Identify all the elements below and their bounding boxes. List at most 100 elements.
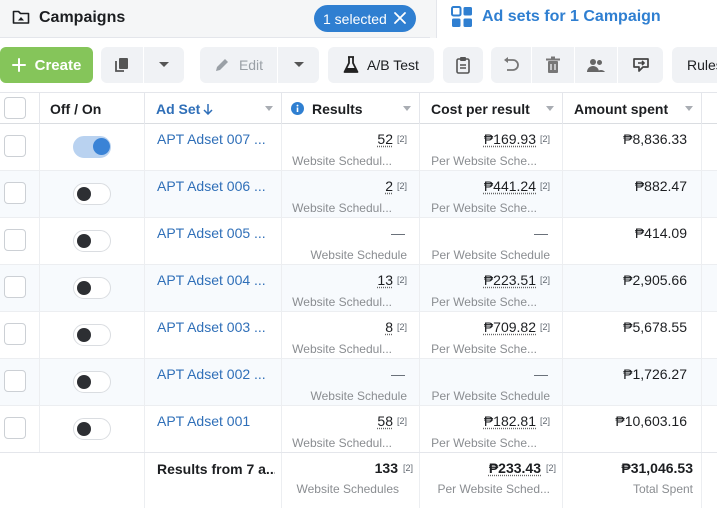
tab-adsets[interactable]: Ad sets for 1 Campaign: [436, 0, 717, 38]
row-spent-cell: ₱2,905.66: [563, 265, 702, 311]
results-footnote: [2]: [396, 134, 407, 144]
clipboard-button[interactable]: [443, 47, 483, 83]
row-cost-cell: ₱441.24 [2] Per Website Sche...: [420, 171, 563, 217]
results-sub: Website Schedul...: [292, 342, 392, 356]
adset-name-link[interactable]: APT Adset 005 ...: [157, 225, 272, 241]
row-status-toggle[interactable]: [73, 324, 111, 346]
header-amount-spent[interactable]: Amount spent: [563, 93, 702, 124]
chevron-down-icon[interactable]: [546, 106, 554, 111]
chevron-down-icon[interactable]: [265, 106, 273, 111]
row-toggle-cell: [40, 171, 145, 217]
row-name-cell: APT Adset 005 ...: [145, 218, 282, 264]
row-checkbox[interactable]: [4, 276, 26, 298]
duplicate-button[interactable]: [101, 47, 143, 83]
duplicate-dropdown[interactable]: [144, 47, 184, 83]
ab-test-button[interactable]: A/B Test: [328, 47, 434, 83]
cost-footnote: [2]: [539, 416, 550, 426]
row-status-toggle[interactable]: [73, 183, 111, 205]
results-value: 2: [385, 178, 393, 194]
header-off-on[interactable]: Off / On: [40, 93, 145, 124]
adset-name-link[interactable]: APT Adset 007 ...: [157, 131, 272, 147]
row-spent-cell: ₱10,603.16: [563, 406, 702, 452]
header-off-on-label: Off / On: [50, 100, 102, 117]
results-value: 52: [377, 131, 393, 147]
footer-results-footnote: [2]: [402, 463, 413, 473]
edit-button[interactable]: Edit: [200, 47, 277, 83]
row-results-cell: — Website Schedule: [282, 218, 420, 264]
header-cost-label: Cost per result: [431, 100, 530, 117]
row-select-cell: [0, 265, 40, 311]
row-results-cell: 2 [2] Website Schedul...: [282, 171, 420, 217]
chevron-down-icon[interactable]: [685, 106, 693, 111]
export-button[interactable]: [618, 47, 663, 83]
row-name-cell: APT Adset 003 ...: [145, 312, 282, 358]
row-status-toggle[interactable]: [73, 136, 111, 158]
header-cost-per-result[interactable]: Cost per result: [420, 93, 563, 124]
footer-results-sub: Website Schedules: [296, 482, 399, 496]
rules-button[interactable]: Rules: [672, 47, 717, 83]
adset-name-link[interactable]: APT Adset 006 ...: [157, 178, 272, 194]
delete-button[interactable]: [532, 47, 574, 83]
row-checkbox[interactable]: [4, 229, 26, 251]
row-checkbox[interactable]: [4, 135, 26, 157]
results-value: 13: [377, 272, 393, 288]
header-ad-set[interactable]: Ad Set: [145, 93, 282, 124]
table-row[interactable]: APT Adset 005 ... — Website Schedule — Per W…: [0, 218, 717, 265]
close-icon[interactable]: [393, 11, 407, 25]
row-checkbox[interactable]: [4, 417, 26, 439]
row-status-toggle[interactable]: [73, 230, 111, 252]
info-icon[interactable]: [291, 102, 304, 115]
edit-label: Edit: [238, 57, 264, 73]
cost-value: —: [534, 366, 548, 382]
row-toggle-cell: [40, 218, 145, 264]
results-sub: Website Schedul...: [292, 295, 392, 309]
adset-name-link[interactable]: APT Adset 004 ...: [157, 272, 272, 288]
results-footnote: [2]: [396, 322, 407, 332]
cost-value: ₱709.82: [483, 319, 536, 335]
table-row[interactable]: APT Adset 007 ... 52 [2] Website Schedul...…: [0, 124, 717, 171]
table-row[interactable]: APT Adset 001 58 [2] Website Schedul... ₱182…: [0, 406, 717, 453]
chevron-down-icon[interactable]: [403, 106, 411, 111]
table-row[interactable]: APT Adset 006 ... 2 [2] Website Schedul... ₱…: [0, 171, 717, 218]
select-all-checkbox[interactable]: [4, 97, 26, 119]
pencil-icon: [215, 59, 228, 71]
spent-value: ₱414.09: [634, 225, 687, 241]
row-checkbox[interactable]: [4, 182, 26, 204]
cost-footnote: [2]: [539, 181, 550, 191]
sort-down-arrow-icon: [203, 103, 213, 115]
row-spent-cell: ₱5,678.55: [563, 312, 702, 358]
results-sub: Website Schedul...: [292, 201, 392, 215]
row-status-toggle[interactable]: [73, 418, 111, 440]
edit-dropdown[interactable]: [278, 47, 319, 83]
adset-name-link[interactable]: APT Adset 003 ...: [157, 319, 272, 335]
undo-icon: [504, 57, 519, 71]
adset-name-link[interactable]: APT Adset 001: [157, 413, 272, 429]
row-checkbox[interactable]: [4, 323, 26, 345]
row-status-toggle[interactable]: [73, 277, 111, 299]
adset-name-link[interactable]: APT Adset 002 ...: [157, 366, 272, 382]
header-ad-set-label: Ad Set: [156, 100, 201, 117]
audience-button[interactable]: [575, 47, 617, 83]
table-row[interactable]: APT Adset 002 ... — Website Schedule — Per W…: [0, 359, 717, 406]
header-results[interactable]: Results: [282, 93, 420, 124]
row-status-toggle[interactable]: [73, 371, 111, 393]
trash-icon: [546, 56, 560, 73]
table-footer-totals: Results from 7 a... 133 [2] Website Sche…: [0, 452, 717, 508]
export-icon: [632, 58, 649, 72]
cost-sub: Per Website Sche...: [431, 154, 537, 168]
cost-sub: Per Website Sche...: [431, 201, 537, 215]
table-row[interactable]: APT Adset 004 ... 13 [2] Website Schedul...…: [0, 265, 717, 312]
row-name-cell: APT Adset 007 ...: [145, 124, 282, 170]
results-value: 58: [377, 413, 393, 429]
row-checkbox[interactable]: [4, 370, 26, 392]
tab-campaigns[interactable]: Campaigns 1 selected: [0, 0, 430, 38]
folder-icon: [12, 10, 30, 24]
row-select-cell: [0, 406, 40, 452]
toggle-knob: [77, 187, 91, 201]
rules-label: Rules: [687, 57, 717, 73]
table-row[interactable]: APT Adset 003 ... 8 [2] Website Schedul... ₱…: [0, 312, 717, 359]
create-button[interactable]: Create: [0, 47, 93, 83]
undo-button[interactable]: [491, 47, 531, 83]
header-select-all[interactable]: [0, 93, 40, 124]
selected-count-pill[interactable]: 1 selected: [314, 5, 416, 32]
